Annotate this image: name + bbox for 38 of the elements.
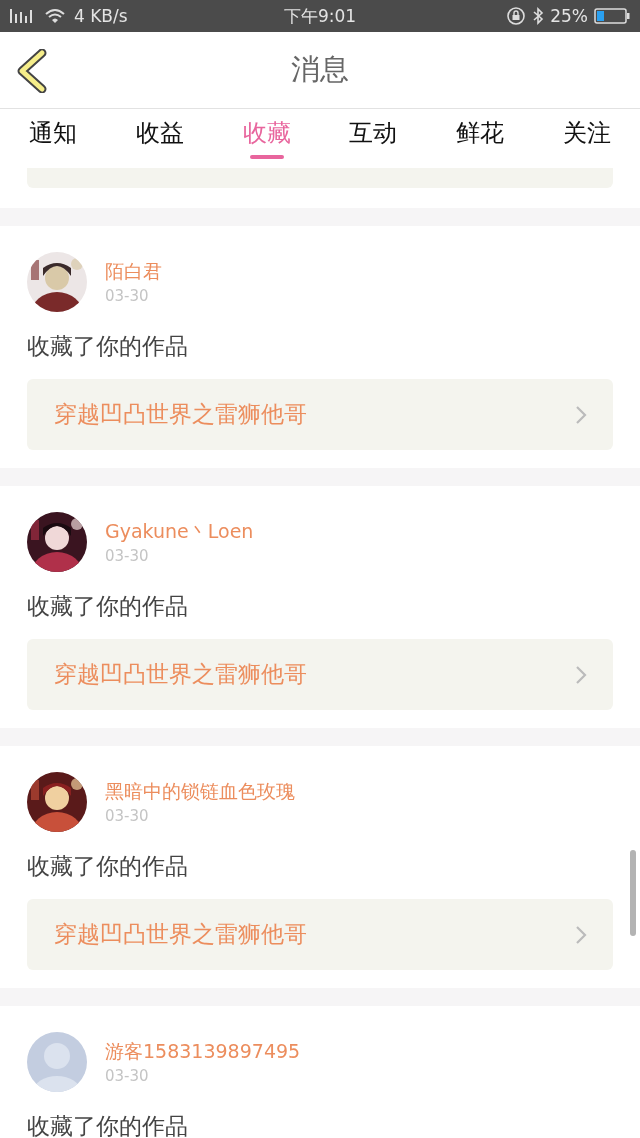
- tab[interactable]: 鲜花: [426, 109, 534, 168]
- tab[interactable]: 通知: [0, 109, 107, 168]
- user-name[interactable]: 游客1583139897495: [105, 1038, 301, 1064]
- clock: 下午9:01: [283, 4, 357, 28]
- chevron-right-icon: [575, 664, 587, 685]
- tab[interactable]: 关注: [533, 109, 640, 168]
- work-card[interactable]: 穿越凹凸世界之雷狮他哥: [27, 639, 613, 710]
- tab[interactable]: 收益: [106, 109, 214, 168]
- battery-icon: [594, 8, 630, 24]
- work-title: 穿越凹凸世界之雷狮他哥: [54, 660, 307, 689]
- tab[interactable]: 收藏: [213, 109, 320, 168]
- work-title: 穿越凹凸世界之雷狮他哥: [54, 920, 307, 949]
- rotation-lock-icon: [506, 6, 527, 26]
- page-title: 消息: [290, 51, 350, 88]
- message-date: 03-30: [105, 806, 150, 826]
- message-date: 03-30: [105, 546, 150, 566]
- message-text: 收藏了你的作品: [27, 852, 189, 881]
- work-card[interactable]: 穿越凹凸世界之雷狮他哥: [27, 899, 613, 970]
- message-date: 03-30: [105, 286, 150, 306]
- network-speed: 4 KB/s: [74, 6, 128, 26]
- chevron-right-icon: [575, 404, 587, 425]
- scrollbar[interactable]: [630, 850, 636, 936]
- tab[interactable]: 互动: [320, 109, 427, 168]
- message-text: 收藏了你的作品: [27, 1112, 189, 1138]
- work-title: 穿越凹凸世界之雷狮他哥: [54, 400, 307, 429]
- user-name[interactable]: Gyakune丶Loen: [105, 518, 254, 544]
- chevron-right-icon: [575, 924, 587, 945]
- message-text: 收藏了你的作品: [27, 592, 189, 621]
- work-card[interactable]: 穿越凹凸世界之雷狮他哥: [27, 379, 613, 450]
- user-name[interactable]: 陌白君: [105, 258, 162, 284]
- message-date: 03-30: [105, 1066, 150, 1086]
- user-name[interactable]: 黑暗中的锁链血色玫瑰: [105, 778, 295, 804]
- battery-percent: 25%: [550, 6, 588, 26]
- wifi-icon: [44, 8, 66, 24]
- message-text: 收藏了你的作品: [27, 332, 189, 361]
- default-avatar-icon: [27, 1032, 87, 1092]
- chevron-left-icon: [16, 49, 48, 93]
- bluetooth-icon: [532, 7, 545, 25]
